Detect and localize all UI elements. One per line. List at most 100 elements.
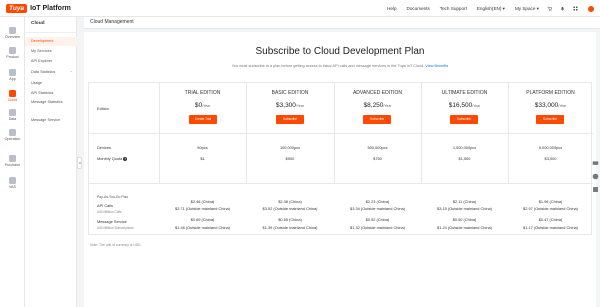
- msg-price-china: $0.69 (China): [190, 217, 215, 222]
- brand[interactable]: Tuya IoT Platform: [0, 0, 71, 17]
- currency-note: Note: The unit of currency is USD.: [90, 243, 142, 247]
- sub-nav-title: Cloud: [31, 21, 45, 26]
- help-link[interactable]: Help: [387, 6, 396, 11]
- devices-value: 100,000pcs: [279, 145, 301, 150]
- main-rail: Overview Product App Cloud Data Operatio…: [0, 17, 25, 307]
- api-price-outside: $3.34 (Outside mainland China): [350, 206, 405, 211]
- view-benefits-link[interactable]: View Benefits: [425, 64, 448, 68]
- devices-value: 5,000,000pcs: [538, 145, 563, 150]
- monthly-quota-label: Monthly Quota?: [97, 156, 128, 161]
- rail-item-operation[interactable]: Operation: [0, 129, 25, 141]
- edition-name: BASIC EDITION: [271, 90, 309, 96]
- msg-price-outside: $1.17 (Outside mainland China): [523, 225, 578, 230]
- row-divider: [89, 183, 593, 184]
- api-calls-unit: USD/Million Calls: [97, 210, 122, 214]
- payg-label: Pay-As-You-Go Plan: [97, 195, 129, 199]
- page-title: Subscribe to Cloud Development Plan: [255, 46, 425, 57]
- api-price-outside: $3.15 (Outside mainland China): [437, 206, 492, 211]
- chat-icon[interactable]: [592, 160, 599, 167]
- create-trial-button[interactable]: Create Trial: [189, 115, 217, 124]
- language-select[interactable]: English(EN) ▾: [477, 6, 505, 12]
- quota-value: $1,500: [458, 156, 471, 161]
- sub-nav-item-message-statistics[interactable]: Message Statistics: [25, 98, 77, 107]
- edition-price: $3,300/Year: [276, 102, 304, 109]
- edition-name: PLATFORM EDITION: [526, 90, 575, 96]
- rail-item-cloud[interactable]: Cloud: [0, 90, 25, 102]
- vas-icon: [9, 177, 16, 184]
- sub-nav-item-api-explorer[interactable]: API Explorer: [25, 57, 77, 66]
- msg-price-outside: $1.46 (Outside mainland China): [175, 225, 230, 230]
- subscribe-basic-button[interactable]: Subscribe: [276, 115, 304, 124]
- quota-value: $500: [285, 156, 295, 161]
- my-space-select[interactable]: My Space ▾: [515, 6, 539, 12]
- breadcrumb-title: Cloud Management: [90, 19, 134, 25]
- msg-price-china: $0.65 (China): [278, 217, 302, 222]
- subscribe-ultimate-button[interactable]: Subscribe: [450, 115, 478, 124]
- chart-icon: [9, 109, 16, 116]
- rail-item-app[interactable]: App: [0, 69, 25, 81]
- documents-link[interactable]: Documents: [407, 6, 430, 11]
- msg-price-outside: $1.32 (Outside mainland China): [350, 225, 405, 230]
- sub-nav: Cloud Development My Services API Explor…: [25, 17, 77, 307]
- bell-icon[interactable]: [560, 6, 565, 11]
- col-divider: [508, 83, 509, 184]
- edition-price: $8,250/Year: [363, 102, 392, 109]
- col-divider: [159, 83, 160, 184]
- chevron-up-icon: ⌃: [69, 70, 73, 75]
- rail-item-data[interactable]: Data: [0, 109, 25, 121]
- edition-name: TRIAL EDITION: [184, 90, 221, 96]
- msg-price-china: $0.50 (China): [452, 217, 477, 222]
- avatar[interactable]: [588, 5, 594, 12]
- help-icon[interactable]: ?: [123, 156, 128, 161]
- subscribe-advanced-button[interactable]: Subscribe: [363, 115, 391, 124]
- box-icon: [9, 47, 16, 54]
- feedback-icon[interactable]: [592, 186, 599, 193]
- sub-nav-item-data-statistics[interactable]: Data Statistics ⌃: [25, 68, 77, 77]
- page-subtitle: You must subscribe to a plan before gett…: [231, 64, 449, 68]
- floating-toolbar: [592, 160, 600, 193]
- msg-price-china: $0.52 (China): [365, 217, 390, 222]
- rail-item-overview[interactable]: Overview: [0, 27, 25, 39]
- sub-nav-item-usage[interactable]: Usage: [25, 79, 77, 88]
- quota-value: $1: [200, 156, 205, 161]
- rail-item-product[interactable]: Product: [0, 47, 25, 59]
- edition-price: $33,000/Year: [534, 102, 567, 109]
- collapse-sidebar-button[interactable]: ◂: [77, 157, 82, 169]
- cart-icon[interactable]: [547, 6, 552, 11]
- msg-price-china: $0.47 (China): [538, 217, 563, 222]
- msg-price-outside: $1.24 (Outside mainland China): [437, 225, 492, 230]
- cart-icon: [9, 155, 16, 162]
- message-service-unit: USD/Million Subscriptions: [97, 226, 134, 230]
- sub-nav-item-message-service[interactable]: Message Service: [25, 116, 77, 125]
- api-price-china: $1.96 (China): [538, 199, 563, 204]
- devices-value: 1,000,000pcs: [452, 145, 477, 150]
- subscribe-platform-button[interactable]: Subscribe: [536, 115, 564, 124]
- rail-item-vas[interactable]: VAS: [0, 177, 25, 189]
- sub-nav-item-my-services[interactable]: My Services: [25, 47, 77, 56]
- edition-name: ADVANCED EDITION: [352, 90, 403, 96]
- product-name: IoT Platform: [30, 4, 71, 12]
- operation-icon: [9, 129, 16, 136]
- top-nav: Help Documents Tech Support English(EN) …: [377, 0, 594, 17]
- top-bar: Tuya IoT Platform Help Documents Tech Su…: [0, 0, 600, 17]
- grid-icon[interactable]: [573, 6, 578, 11]
- api-price-china: $2.11 (China): [452, 199, 477, 204]
- sub-nav-item-api-statistics[interactable]: API Statistics: [25, 89, 77, 98]
- row-divider: [89, 133, 593, 134]
- api-price-outside: $3.52 (Outside mainland China): [262, 206, 318, 211]
- api-price-outside: $3.71 (Outside mainland China): [175, 206, 230, 211]
- edition-price: $0/Year: [194, 102, 211, 109]
- edition-name: ULTIMATE EDITION: [441, 90, 488, 96]
- api-price-china: $2.38 (China): [278, 199, 302, 204]
- main-panel: Subscribe to Cloud Development Plan You …: [84, 32, 596, 307]
- tech-support-link[interactable]: Tech Support: [440, 6, 467, 11]
- rail-item-purchase[interactable]: Purchase: [0, 155, 25, 167]
- edition-label: Edition: [97, 106, 109, 111]
- col-divider: [421, 83, 422, 184]
- devices-value: 50pcs: [197, 145, 208, 150]
- col-divider: [334, 83, 335, 184]
- sub-nav-item-development[interactable]: Development: [25, 37, 77, 46]
- message-service-label: Message Service: [97, 219, 127, 224]
- help-icon[interactable]: [592, 173, 599, 180]
- brand-logo: Tuya: [6, 3, 28, 13]
